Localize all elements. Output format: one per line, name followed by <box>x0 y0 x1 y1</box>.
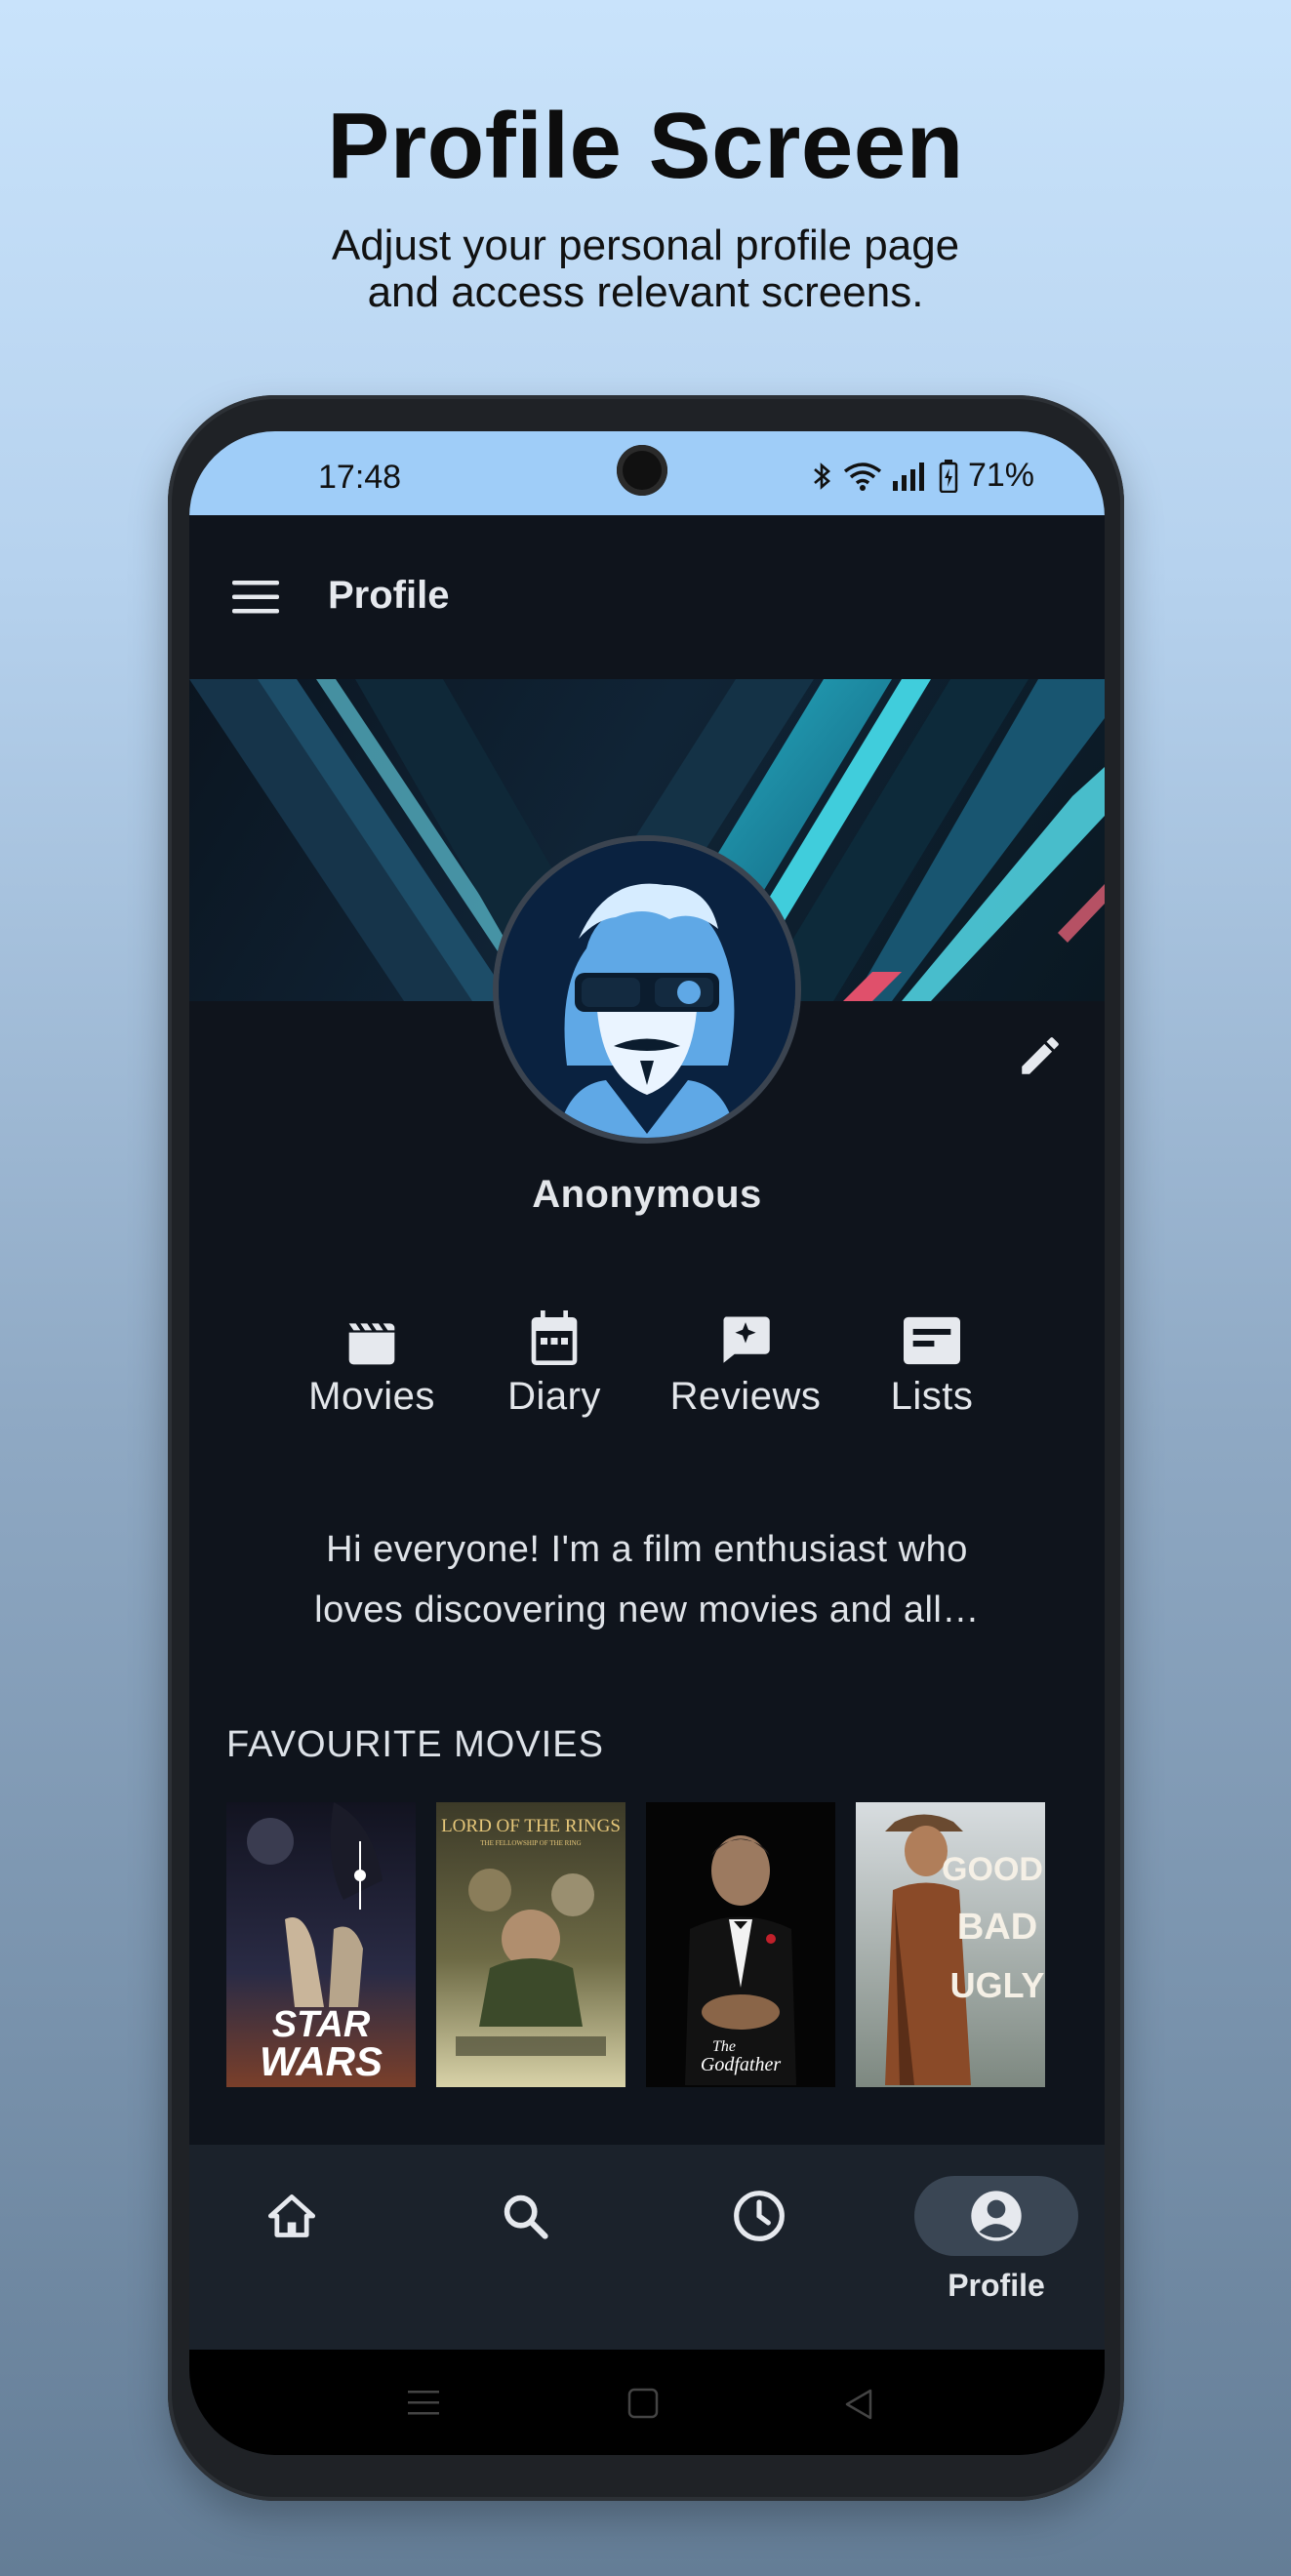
bottom-nav-history[interactable] <box>677 2145 841 2350</box>
recents-icon <box>408 2391 439 2415</box>
battery-percentage: 71% <box>967 457 1034 494</box>
system-navigation-bar <box>189 2350 1105 2455</box>
poster-text: The <box>712 2038 736 2055</box>
status-bar: 17:48 71% <box>189 431 1105 515</box>
bottom-nav-home[interactable] <box>210 2145 374 2350</box>
promo-subtitle-line-2: and access relevant screens. <box>367 268 924 316</box>
promo-subtitle-line-1: Adjust your personal profile page <box>331 221 960 269</box>
menu-icon[interactable] <box>230 579 281 621</box>
poster-lord-of-the-rings[interactable]: LORD OF THE RINGS THE FELLOWSHIP OF THE … <box>436 1802 625 2087</box>
poster-text: WARS <box>260 2038 383 2084</box>
status-icons: 71% <box>812 457 1034 495</box>
edit-profile-button[interactable] <box>1011 1026 1069 1085</box>
section-label: Movies <box>308 1375 435 1418</box>
profile-username: Anonymous <box>532 1173 762 1216</box>
poster-text: UGLY <box>950 1965 1045 2005</box>
home-icon <box>267 2194 316 2237</box>
phone-frame: 17:48 71% Profile Anonymous Movies Diary… <box>168 395 1124 2501</box>
front-camera <box>617 445 667 496</box>
clock-icon <box>734 2191 785 2241</box>
signal-icon <box>892 462 924 491</box>
bio-line-1: Hi everyone! I'm a film enthusiast who <box>326 1529 968 1570</box>
section-reviews-button[interactable]: Reviews <box>658 1305 833 1419</box>
status-time: 17:48 <box>318 459 402 496</box>
phone-screen: 17:48 71% Profile Anonymous Movies Diary… <box>189 431 1105 2455</box>
poster-star-wars[interactable]: STAR WARS <box>226 1802 416 2087</box>
calendar-icon <box>531 1310 578 1365</box>
bluetooth-icon <box>814 462 830 490</box>
account-icon <box>971 2191 1022 2241</box>
wifi-icon <box>843 462 882 491</box>
bottom-nav-profile[interactable]: Profile <box>914 2145 1078 2350</box>
poster-text: Godfather <box>701 2054 781 2075</box>
bottom-nav-pill <box>210 2176 374 2256</box>
poster-godfather[interactable]: The Godfather <box>646 1802 835 2087</box>
section-label: Lists <box>890 1375 974 1418</box>
square-icon <box>627 2388 659 2419</box>
recents-button[interactable] <box>406 2387 441 2423</box>
promo-subtitle: Adjust your personal profile page and ac… <box>0 222 1291 316</box>
profile-bio[interactable]: Hi everyone! I'm a film enthusiast who l… <box>248 1519 1046 1640</box>
back-triangle-icon <box>845 2389 872 2420</box>
poster-text: LORD OF THE RINGS <box>441 1816 621 1836</box>
section-label: Diary <box>507 1375 601 1418</box>
app-bar: Profile <box>189 515 1105 679</box>
bottom-nav-pill <box>443 2176 607 2256</box>
home-system-button[interactable] <box>626 2387 660 2425</box>
pencil-icon <box>1022 1037 1059 1074</box>
bottom-nav-pill-active <box>914 2176 1078 2256</box>
poster-text: BAD <box>957 1907 1037 1948</box>
poster-text: GOOD <box>942 1851 1043 1888</box>
bio-line-2: loves discovering new movies and all… <box>314 1590 980 1630</box>
bottom-navigation: Profile <box>189 2145 1105 2350</box>
review-icon <box>723 1316 770 1363</box>
back-button[interactable] <box>841 2387 876 2427</box>
section-movies-button[interactable]: Movies <box>284 1305 460 1419</box>
section-label: Reviews <box>669 1375 822 1418</box>
promo-title: Profile Screen <box>327 94 964 198</box>
favourite-movies-row: STAR WARS LORD OF THE RINGS THE FELLOWSH… <box>226 1802 1068 2087</box>
clapperboard-icon <box>348 1323 395 1365</box>
battery-icon <box>939 459 958 493</box>
section-lists-button[interactable]: Lists <box>844 1305 1020 1419</box>
section-diary-button[interactable]: Diary <box>466 1305 642 1419</box>
bottom-nav-label: Profile <box>948 2268 1045 2303</box>
bottom-nav-pill <box>677 2176 841 2256</box>
app-bar-title: Profile <box>328 574 450 617</box>
search-icon <box>504 2194 548 2239</box>
profile-sections: Movies Diary Reviews Lists <box>189 1305 1105 1431</box>
poster-good-bad-ugly[interactable]: GOOD BAD UGLY <box>856 1802 1045 2087</box>
bottom-nav-search[interactable] <box>443 2145 607 2350</box>
list-icon <box>904 1316 960 1365</box>
poster-text: THE FELLOWSHIP OF THE RING <box>480 1839 581 1847</box>
profile-avatar[interactable] <box>493 835 801 1144</box>
favourite-movies-heading: FAVOURITE MOVIES <box>226 1724 604 1765</box>
